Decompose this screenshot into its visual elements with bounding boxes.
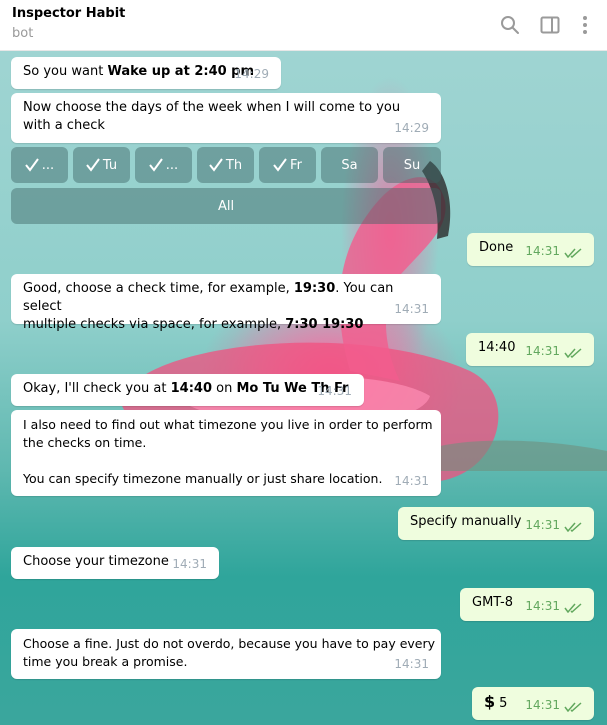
sidebar-toggle-icon[interactable] <box>539 14 561 36</box>
message-text: So you want <box>23 64 108 79</box>
message-time: 14:31 <box>172 557 207 571</box>
message-text: time you break a promise. <box>23 654 188 669</box>
keyboard-button-label: Th <box>225 157 243 173</box>
message-bubble-incoming[interactable]: I also need to find out what timezone yo… <box>11 410 441 496</box>
chat-area[interactable]: So you want Wake up at 2:40 pm 14:29 Now… <box>0 51 607 725</box>
message-text: I also need to find out what timezone yo… <box>23 417 433 432</box>
message-text: 14:40 <box>478 340 516 355</box>
keyboard-button-all[interactable]: All <box>11 188 441 224</box>
message-bubble-incoming[interactable]: Good, choose a check time, for example, … <box>11 274 441 332</box>
keyboard-button-day-mo[interactable]: ... <box>11 147 68 183</box>
chat-header: Inspector Habit bot <box>0 0 607 51</box>
keyboard-button-day-su[interactable]: Su <box>383 147 441 183</box>
message-time: 14:31 <box>394 474 429 488</box>
message-text: Good, choose a check time, for example, <box>23 281 294 296</box>
message-bubble-incoming[interactable]: Now choose the days of the week when I w… <box>11 93 441 143</box>
checkmark-icon <box>149 158 163 172</box>
message-text: on <box>212 381 237 396</box>
message-time: 14:31 <box>317 384 352 398</box>
message-bubble-outgoing[interactable]: 14:40 14:31 <box>466 333 594 366</box>
message-text: GMT-8 <box>472 595 513 610</box>
keyboard-button-day-tu[interactable]: Tu <box>73 147 130 183</box>
double-check-icon <box>564 348 582 358</box>
message-time: 14:31 <box>394 302 429 316</box>
message-text-bold: Wake up at 2:40 pm <box>107 64 255 79</box>
keyboard-button-label: ... <box>165 157 179 173</box>
keyboard-button-day-th[interactable]: Th <box>197 147 254 183</box>
double-check-icon <box>564 248 582 258</box>
message-text: Specify manually <box>410 514 522 529</box>
message-text: 5 <box>499 696 508 711</box>
message-bubble-incoming[interactable]: Okay, I'll check you at 14:40 on Mo Tu W… <box>11 374 364 406</box>
double-check-icon <box>564 603 582 613</box>
search-icon[interactable] <box>499 14 521 36</box>
checkmark-icon <box>209 158 223 172</box>
double-check-icon <box>564 522 582 532</box>
message-text: Now choose the days of the week when I w… <box>23 100 401 133</box>
message-bubble-incoming[interactable]: So you want Wake up at 2:40 pm 14:29 <box>11 57 281 89</box>
message-time: 14:31 <box>525 344 560 358</box>
message-time: 14:31 <box>394 657 429 671</box>
message-time: 14:31 <box>525 244 560 258</box>
chat-title[interactable]: Inspector Habit <box>12 6 125 21</box>
message-text-bold: 14:40 <box>170 381 213 396</box>
keyboard-button-label: All <box>217 198 235 214</box>
message-text: Choose your timezone <box>23 554 169 569</box>
message-time: 14:29 <box>394 121 429 135</box>
checkmark-icon <box>273 158 287 172</box>
message-time: 14:31 <box>525 599 560 613</box>
keyboard-button-label: Su <box>403 157 421 173</box>
checkmark-icon <box>25 158 39 172</box>
message-time: 14:31 <box>525 518 560 532</box>
message-bubble-outgoing[interactable]: Done 14:31 <box>467 233 594 266</box>
keyboard-button-day-we[interactable]: ... <box>135 147 192 183</box>
message-text-bold: 19:30 <box>293 281 336 296</box>
keyboard-button-day-fr[interactable]: Fr <box>259 147 316 183</box>
message-text: Okay, I'll check you at <box>23 381 171 396</box>
message-text: You can specify timezone manually or jus… <box>23 471 383 486</box>
message-bubble-incoming[interactable]: Choose your timezone 14:31 <box>11 547 219 579</box>
message-time: 14:31 <box>525 698 560 712</box>
message-text: Done <box>479 240 514 255</box>
keyboard-button-day-sa[interactable]: Sa <box>321 147 378 183</box>
checkmark-icon <box>86 158 100 172</box>
message-bubble-outgoing[interactable]: GMT-8 14:31 <box>460 588 594 621</box>
message-text: Choose a fine. Just do not overdo, becau… <box>23 636 436 651</box>
message-text-bold: 7:30 19:30 <box>285 317 364 332</box>
message-text: multiple checks via space, for example, <box>23 317 286 332</box>
message-bubble-outgoing[interactable]: $5 14:31 <box>472 687 594 720</box>
message-bubble-outgoing[interactable]: Specify manually 14:31 <box>398 507 594 540</box>
dollar-icon: $ <box>484 692 496 711</box>
keyboard-button-label: Tu <box>102 157 118 173</box>
keyboard-button-label: Sa <box>341 157 358 173</box>
double-check-icon <box>564 702 582 712</box>
message-time: 14:29 <box>234 67 269 81</box>
chat-subtitle: bot <box>12 26 34 41</box>
more-vertical-icon[interactable] <box>574 14 596 36</box>
message-text: the checks on time. <box>23 435 147 450</box>
keyboard-button-label: ... <box>41 157 55 173</box>
keyboard-button-label: Fr <box>290 157 302 173</box>
message-bubble-incoming[interactable]: Choose a fine. Just do not overdo, becau… <box>11 629 441 679</box>
